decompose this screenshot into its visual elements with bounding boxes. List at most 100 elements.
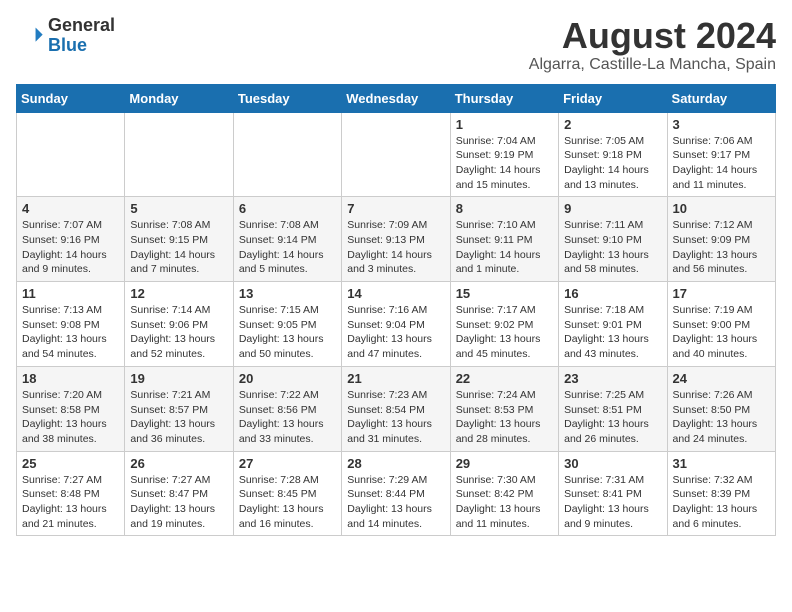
day-info: Sunrise: 7:08 AM Sunset: 9:14 PM Dayligh… xyxy=(239,218,336,277)
day-info: Sunrise: 7:23 AM Sunset: 8:54 PM Dayligh… xyxy=(347,388,444,447)
calendar-cell xyxy=(233,112,341,197)
calendar-cell: 8 Sunrise: 7:10 AM Sunset: 9:11 PM Daylig… xyxy=(450,197,558,282)
calendar-cell: 13 Sunrise: 7:15 AM Sunset: 9:05 PM Dayli… xyxy=(233,282,341,367)
day-number: 9 xyxy=(564,201,661,216)
logo-general-text: General xyxy=(48,16,115,36)
calendar-cell: 16 Sunrise: 7:18 AM Sunset: 9:01 PM Dayli… xyxy=(559,282,667,367)
day-number: 14 xyxy=(347,286,444,301)
day-info: Sunrise: 7:32 AM Sunset: 8:39 PM Dayligh… xyxy=(673,473,770,532)
calendar-header-row: SundayMondayTuesdayWednesdayThursdayFrid… xyxy=(17,84,776,112)
calendar-cell: 17 Sunrise: 7:19 AM Sunset: 9:00 PM Dayli… xyxy=(667,282,775,367)
calendar-cell: 30 Sunrise: 7:31 AM Sunset: 8:41 PM Dayli… xyxy=(559,451,667,536)
day-number: 28 xyxy=(347,456,444,471)
calendar-week-row: 1 Sunrise: 7:04 AM Sunset: 9:19 PM Daylig… xyxy=(17,112,776,197)
calendar-cell: 27 Sunrise: 7:28 AM Sunset: 8:45 PM Dayli… xyxy=(233,451,341,536)
weekday-header-friday: Friday xyxy=(559,84,667,112)
logo-blue-text: Blue xyxy=(48,36,115,56)
day-number: 18 xyxy=(22,371,119,386)
calendar-cell: 28Sunrise: 7:29 AM Sunset: 8:44 PM Dayli… xyxy=(342,451,450,536)
calendar-week-row: 11Sunrise: 7:13 AM Sunset: 9:08 PM Dayli… xyxy=(17,282,776,367)
calendar-cell: 15 Sunrise: 7:17 AM Sunset: 9:02 PM Dayli… xyxy=(450,282,558,367)
day-number: 24 xyxy=(673,371,770,386)
calendar-cell: 18 Sunrise: 7:20 AM Sunset: 8:58 PM Dayli… xyxy=(17,366,125,451)
calendar-cell: 21Sunrise: 7:23 AM Sunset: 8:54 PM Dayli… xyxy=(342,366,450,451)
calendar-cell: 22Sunrise: 7:24 AM Sunset: 8:53 PM Dayli… xyxy=(450,366,558,451)
calendar-cell xyxy=(17,112,125,197)
calendar-cell: 25 Sunrise: 7:27 AM Sunset: 8:48 PM Dayli… xyxy=(17,451,125,536)
day-number: 1 xyxy=(456,117,553,132)
day-info: Sunrise: 7:28 AM Sunset: 8:45 PM Dayligh… xyxy=(239,473,336,532)
logo: General Blue xyxy=(16,16,115,56)
calendar-cell: 20 Sunrise: 7:22 AM Sunset: 8:56 PM Dayli… xyxy=(233,366,341,451)
header: General Blue August 2024 Algarra, Castil… xyxy=(16,16,776,74)
day-info: Sunrise: 7:31 AM Sunset: 8:41 PM Dayligh… xyxy=(564,473,661,532)
day-number: 16 xyxy=(564,286,661,301)
day-number: 13 xyxy=(239,286,336,301)
calendar-cell: 3Sunrise: 7:06 AM Sunset: 9:17 PM Daylig… xyxy=(667,112,775,197)
day-number: 7 xyxy=(347,201,444,216)
day-info: Sunrise: 7:19 AM Sunset: 9:00 PM Dayligh… xyxy=(673,303,770,362)
day-number: 17 xyxy=(673,286,770,301)
calendar-cell xyxy=(342,112,450,197)
day-info: Sunrise: 7:20 AM Sunset: 8:58 PM Dayligh… xyxy=(22,388,119,447)
weekday-header-tuesday: Tuesday xyxy=(233,84,341,112)
day-info: Sunrise: 7:14 AM Sunset: 9:06 PM Dayligh… xyxy=(130,303,227,362)
location-subtitle: Algarra, Castille-La Mancha, Spain xyxy=(529,56,776,74)
day-number: 2 xyxy=(564,117,661,132)
calendar-cell: 7 Sunrise: 7:09 AM Sunset: 9:13 PM Daylig… xyxy=(342,197,450,282)
day-number: 6 xyxy=(239,201,336,216)
day-info: Sunrise: 7:22 AM Sunset: 8:56 PM Dayligh… xyxy=(239,388,336,447)
day-number: 29 xyxy=(456,456,553,471)
day-info: Sunrise: 7:09 AM Sunset: 9:13 PM Dayligh… xyxy=(347,218,444,277)
day-info: Sunrise: 7:27 AM Sunset: 8:47 PM Dayligh… xyxy=(130,473,227,532)
weekday-header-monday: Monday xyxy=(125,84,233,112)
month-year-title: August 2024 xyxy=(529,16,776,56)
day-info: Sunrise: 7:07 AM Sunset: 9:16 PM Dayligh… xyxy=(22,218,119,277)
day-number: 30 xyxy=(564,456,661,471)
calendar-week-row: 4 Sunrise: 7:07 AM Sunset: 9:16 PM Daylig… xyxy=(17,197,776,282)
calendar-cell: 24 Sunrise: 7:26 AM Sunset: 8:50 PM Dayli… xyxy=(667,366,775,451)
day-number: 27 xyxy=(239,456,336,471)
day-number: 10 xyxy=(673,201,770,216)
day-info: Sunrise: 7:17 AM Sunset: 9:02 PM Dayligh… xyxy=(456,303,553,362)
weekday-header-saturday: Saturday xyxy=(667,84,775,112)
day-number: 20 xyxy=(239,371,336,386)
day-info: Sunrise: 7:18 AM Sunset: 9:01 PM Dayligh… xyxy=(564,303,661,362)
day-number: 8 xyxy=(456,201,553,216)
day-number: 31 xyxy=(673,456,770,471)
logo-icon xyxy=(16,22,44,50)
day-info: Sunrise: 7:27 AM Sunset: 8:48 PM Dayligh… xyxy=(22,473,119,532)
calendar-cell: 14 Sunrise: 7:16 AM Sunset: 9:04 PM Dayli… xyxy=(342,282,450,367)
day-info: Sunrise: 7:04 AM Sunset: 9:19 PM Dayligh… xyxy=(456,134,553,193)
day-info: Sunrise: 7:05 AM Sunset: 9:18 PM Dayligh… xyxy=(564,134,661,193)
day-number: 15 xyxy=(456,286,553,301)
day-info: Sunrise: 7:24 AM Sunset: 8:53 PM Dayligh… xyxy=(456,388,553,447)
day-info: Sunrise: 7:30 AM Sunset: 8:42 PM Dayligh… xyxy=(456,473,553,532)
day-number: 11 xyxy=(22,286,119,301)
day-number: 25 xyxy=(22,456,119,471)
calendar-cell: 26 Sunrise: 7:27 AM Sunset: 8:47 PM Dayli… xyxy=(125,451,233,536)
calendar-cell: 23Sunrise: 7:25 AM Sunset: 8:51 PM Dayli… xyxy=(559,366,667,451)
weekday-header-thursday: Thursday xyxy=(450,84,558,112)
day-info: Sunrise: 7:11 AM Sunset: 9:10 PM Dayligh… xyxy=(564,218,661,277)
calendar-cell: 6 Sunrise: 7:08 AM Sunset: 9:14 PM Daylig… xyxy=(233,197,341,282)
day-info: Sunrise: 7:21 AM Sunset: 8:57 PM Dayligh… xyxy=(130,388,227,447)
day-number: 4 xyxy=(22,201,119,216)
day-number: 23 xyxy=(564,371,661,386)
day-info: Sunrise: 7:10 AM Sunset: 9:11 PM Dayligh… xyxy=(456,218,553,277)
calendar-cell: 10Sunrise: 7:12 AM Sunset: 9:09 PM Dayli… xyxy=(667,197,775,282)
day-info: Sunrise: 7:16 AM Sunset: 9:04 PM Dayligh… xyxy=(347,303,444,362)
day-info: Sunrise: 7:15 AM Sunset: 9:05 PM Dayligh… xyxy=(239,303,336,362)
calendar-week-row: 25 Sunrise: 7:27 AM Sunset: 8:48 PM Dayli… xyxy=(17,451,776,536)
day-info: Sunrise: 7:08 AM Sunset: 9:15 PM Dayligh… xyxy=(130,218,227,277)
calendar-table: SundayMondayTuesdayWednesdayThursdayFrid… xyxy=(16,84,776,537)
calendar-cell: 31 Sunrise: 7:32 AM Sunset: 8:39 PM Dayli… xyxy=(667,451,775,536)
weekday-header-sunday: Sunday xyxy=(17,84,125,112)
calendar-cell: 19Sunrise: 7:21 AM Sunset: 8:57 PM Dayli… xyxy=(125,366,233,451)
day-number: 26 xyxy=(130,456,227,471)
calendar-cell: 2 Sunrise: 7:05 AM Sunset: 9:18 PM Daylig… xyxy=(559,112,667,197)
calendar-cell: 12Sunrise: 7:14 AM Sunset: 9:06 PM Dayli… xyxy=(125,282,233,367)
calendar-cell: 11Sunrise: 7:13 AM Sunset: 9:08 PM Dayli… xyxy=(17,282,125,367)
calendar-cell: 29 Sunrise: 7:30 AM Sunset: 8:42 PM Dayli… xyxy=(450,451,558,536)
day-info: Sunrise: 7:26 AM Sunset: 8:50 PM Dayligh… xyxy=(673,388,770,447)
